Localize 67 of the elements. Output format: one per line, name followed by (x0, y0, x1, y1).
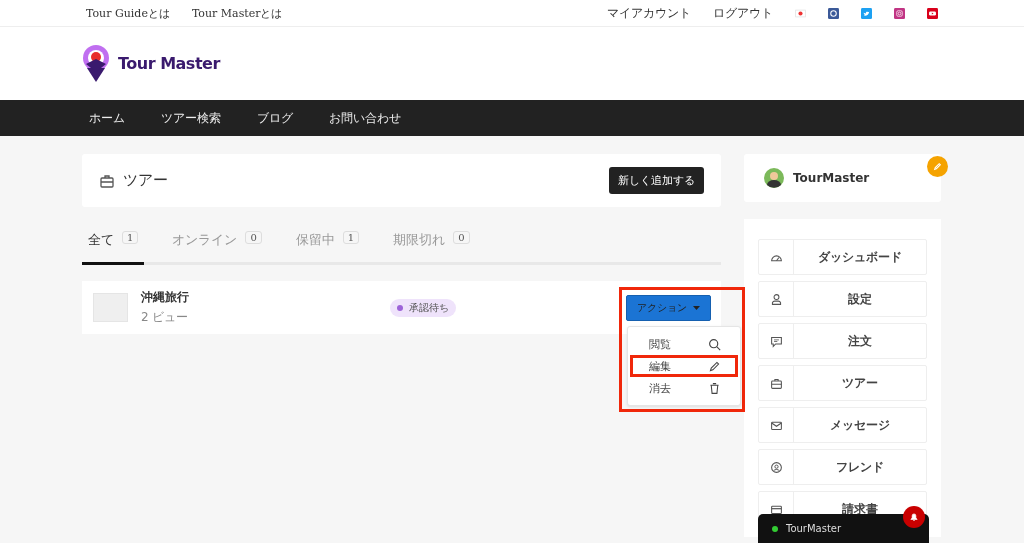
sidebar-item-label: 設定 (848, 290, 872, 308)
nav-link[interactable]: お問い合わせ (329, 109, 401, 127)
sidebar-item-label: 注文 (848, 332, 872, 350)
trash-icon (708, 381, 721, 395)
count-badge: 0 (245, 231, 262, 244)
logo-icon (82, 43, 110, 84)
profile-name: TourMaster (793, 171, 870, 185)
filter-tab[interactable]: オンライン 0 (166, 231, 268, 265)
sidebar-item-label: 請求書 (842, 500, 878, 518)
count-badge: 0 (453, 231, 470, 244)
bell-icon (909, 512, 919, 522)
chat-bubble-icon (769, 334, 783, 348)
sidebar-item-label: ダッシュボード (818, 248, 902, 266)
tab-label: 期限切れ (393, 231, 446, 249)
top-link[interactable]: Tour Masterとは (191, 5, 283, 21)
menu-item[interactable]: 編集 (630, 355, 738, 377)
status-dot (397, 304, 403, 311)
page-title: ツアー (123, 171, 169, 190)
sidebar-item[interactable]: ダッシュボード (758, 239, 927, 275)
filter-tab[interactable]: 全て 1 (82, 231, 145, 265)
logo-text: Tour Master (118, 54, 220, 73)
add-new-button[interactable]: 新しく追加する (609, 167, 704, 194)
status-label: 承認待ち (409, 300, 449, 315)
tab-label: 保留中 (295, 231, 335, 249)
notification-bell-button[interactable] (903, 506, 925, 528)
tour-name[interactable]: 沖縄旅行 (141, 289, 381, 306)
briefcase-icon (99, 172, 115, 189)
pencil-icon (933, 162, 942, 171)
account-link[interactable]: マイアカウント (607, 4, 691, 22)
nav-link[interactable]: ブログ (257, 109, 293, 127)
top-link[interactable]: Tour Guideとは (86, 5, 170, 21)
menu-item-label: 閲覧 (649, 336, 671, 352)
flag-icon[interactable] (795, 7, 806, 19)
menu-item[interactable]: 消去 (630, 377, 738, 399)
search-icon (708, 337, 721, 351)
sidebar-item[interactable]: 設定 (758, 281, 927, 317)
tab-label: 全て (88, 231, 114, 249)
nav-link[interactable]: ホーム (89, 109, 125, 127)
menu-item-label: 消去 (649, 380, 671, 396)
sidebar-item-label: ツアー (842, 374, 878, 392)
menu-item[interactable]: 閲覧 (630, 333, 738, 355)
sidebar-item[interactable]: メッセージ (758, 407, 927, 443)
tab-label: オンライン (172, 231, 238, 249)
filter-tab[interactable]: 保留中 1 (289, 231, 366, 265)
user-icon (769, 292, 783, 306)
count-badge: 1 (122, 231, 139, 244)
twitter-icon[interactable] (861, 7, 872, 19)
instagram-icon[interactable] (894, 7, 905, 19)
account-link[interactable]: ログアウト (713, 4, 773, 22)
sidebar-item[interactable]: ツアー (758, 365, 927, 401)
user-circle-icon (769, 460, 783, 474)
filter-tab[interactable]: 期限切れ 0 (387, 231, 476, 265)
thumbnail-placeholder (93, 293, 128, 322)
briefcase-icon (769, 376, 783, 390)
caret-icon (693, 306, 700, 310)
view-count: 2 ビュー (141, 309, 190, 326)
sidebar-item[interactable]: 注文 (758, 323, 927, 359)
youtube-icon[interactable] (927, 7, 938, 19)
sidebar-item-label: フレンド (836, 458, 884, 476)
menu-item-label: 編集 (649, 358, 671, 374)
action-dropdown-button[interactable]: アクション (626, 295, 711, 321)
avatar-icon (764, 168, 784, 188)
sidebar-item-label: メッセージ (830, 416, 890, 434)
sidebar-item[interactable]: フレンド (758, 449, 927, 485)
count-badge: 1 (342, 231, 360, 244)
nav-link[interactable]: ツアー検索 (161, 109, 221, 127)
pencil-icon (708, 359, 721, 373)
